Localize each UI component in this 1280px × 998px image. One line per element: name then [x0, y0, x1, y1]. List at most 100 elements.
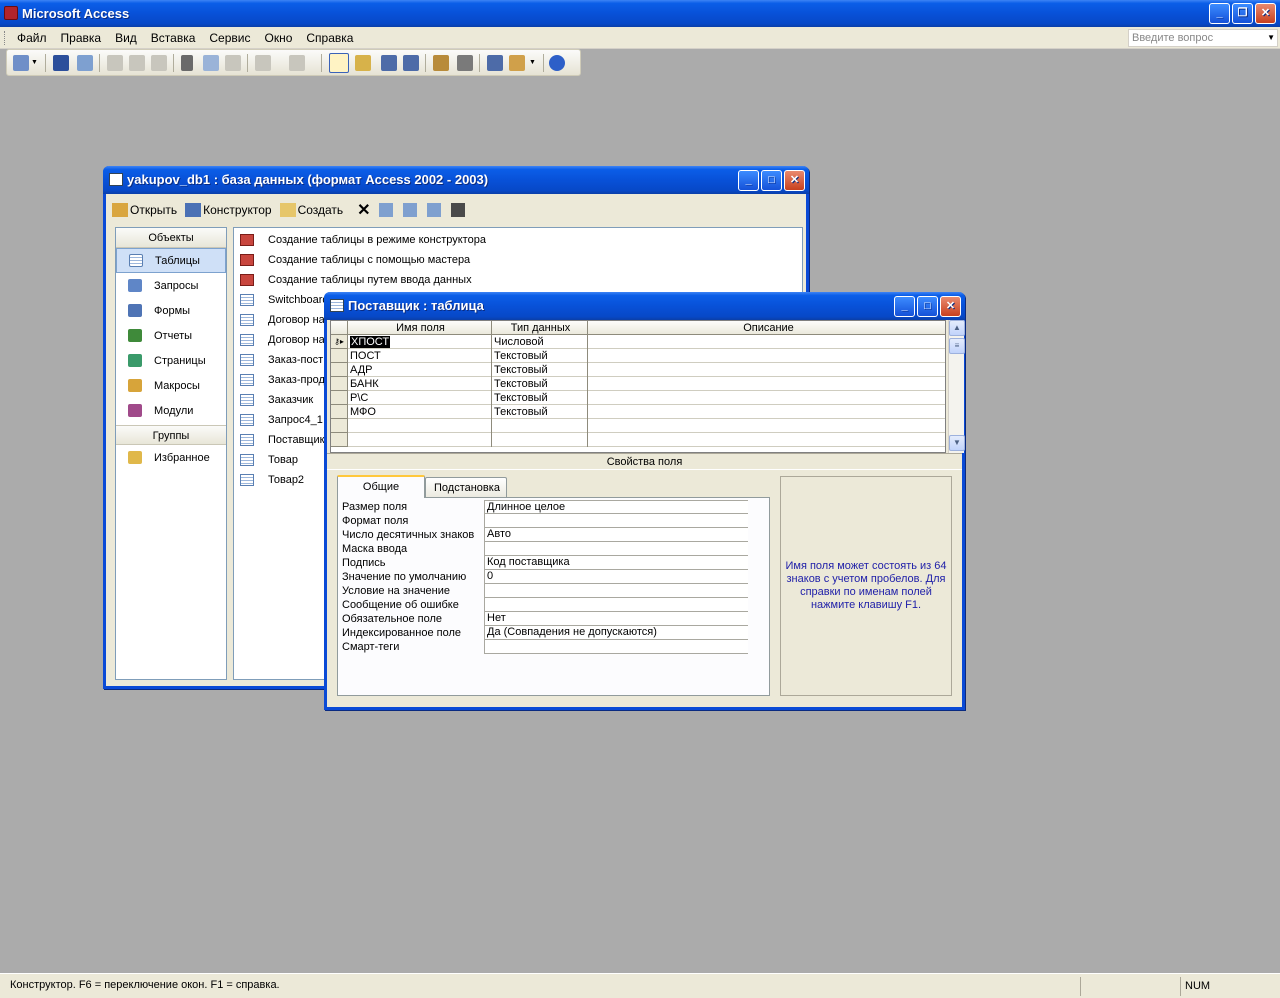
description-cell[interactable]: [588, 363, 945, 377]
delete-icon[interactable]: ✕: [357, 200, 370, 220]
description-cell[interactable]: [588, 335, 945, 349]
data-type-cell[interactable]: [492, 419, 588, 433]
large-icons-icon[interactable]: [378, 203, 395, 217]
details-view-icon[interactable]: [450, 203, 467, 217]
build-icon[interactable]: [457, 55, 473, 71]
chevron-down-icon[interactable]: ▼: [31, 55, 39, 71]
cut-icon[interactable]: [181, 55, 193, 71]
menubar-grip[interactable]: [4, 31, 7, 45]
description-cell[interactable]: [588, 405, 945, 419]
indexes-icon[interactable]: [355, 55, 371, 71]
app-minimize-button[interactable]: _: [1209, 3, 1230, 24]
help-icon[interactable]: [549, 55, 565, 71]
tab-lookup[interactable]: Подстановка: [425, 477, 507, 497]
table-window-title-bar[interactable]: Поставщик : таблица _ □ ✕: [324, 292, 965, 320]
chevron-down-icon[interactable]: ▼: [1267, 30, 1275, 46]
redo-icon[interactable]: [289, 55, 305, 71]
paste-icon[interactable]: [225, 55, 241, 71]
app-title-bar[interactable]: Microsoft Access _ ❐ ✕: [0, 0, 1280, 27]
copy-icon[interactable]: [203, 55, 219, 71]
scroll-thumb[interactable]: ≡: [949, 338, 965, 354]
db-close-button[interactable]: ✕: [784, 170, 805, 191]
field-name-cell[interactable]: [348, 419, 492, 433]
data-type-cell[interactable]: Числовой: [492, 335, 588, 349]
primary-key-icon[interactable]: [329, 53, 349, 73]
table-row-empty[interactable]: [331, 433, 945, 447]
new-object-icon[interactable]: [509, 55, 525, 71]
description-cell[interactable]: [588, 419, 945, 433]
menu-file[interactable]: Файл: [10, 27, 54, 49]
sidebar-item-macros[interactable]: Макросы: [116, 373, 226, 398]
sidebar-item-reports[interactable]: Отчеты: [116, 323, 226, 348]
sidebar-item-queries[interactable]: Запросы: [116, 273, 226, 298]
menu-view[interactable]: Вид: [108, 27, 144, 49]
menu-help[interactable]: Справка: [299, 27, 360, 49]
column-header-description[interactable]: Описание: [588, 321, 945, 335]
row-selector[interactable]: [331, 363, 348, 377]
prop-value[interactable]: [484, 598, 748, 612]
field-name-cell[interactable]: Р\С: [348, 391, 492, 405]
database-window-title-bar[interactable]: yakupov_db1 : база данных (формат Access…: [103, 166, 809, 194]
data-type-cell[interactable]: [492, 433, 588, 447]
list-item-create-wizard[interactable]: Создание таблицы с помощью мастера: [234, 250, 802, 270]
field-name-cell[interactable]: [348, 433, 492, 447]
list-item-create-data-entry[interactable]: Создание таблицы путем ввода данных: [234, 270, 802, 290]
table-icon[interactable]: [330, 299, 344, 312]
prop-value[interactable]: Код поставщика: [484, 556, 748, 570]
prop-value[interactable]: [484, 514, 748, 528]
prop-value[interactable]: [484, 640, 748, 654]
description-cell[interactable]: [588, 377, 945, 391]
chevron-down-icon[interactable]: ▼: [529, 55, 537, 71]
table-maximize-button[interactable]: □: [917, 296, 938, 317]
row-selector[interactable]: [331, 349, 348, 363]
row-selector[interactable]: [331, 419, 348, 433]
app-close-button[interactable]: ✕: [1255, 3, 1276, 24]
field-name-cell[interactable]: ХПОСТ: [350, 336, 391, 348]
data-type-cell[interactable]: Текстовый: [492, 363, 588, 377]
list-view-icon[interactable]: [426, 203, 443, 217]
data-type-cell[interactable]: Текстовый: [492, 391, 588, 405]
db-minimize-button[interactable]: _: [738, 170, 759, 191]
prop-value[interactable]: [484, 542, 748, 556]
search-icon[interactable]: [77, 55, 93, 71]
small-icons-icon[interactable]: [402, 203, 419, 217]
groups-header[interactable]: Группы: [116, 425, 226, 445]
sidebar-item-forms[interactable]: Формы: [116, 298, 226, 323]
create-button[interactable]: Создать: [279, 203, 343, 217]
prop-value[interactable]: Длинное целое: [484, 500, 748, 514]
field-name-cell[interactable]: МФО: [348, 405, 492, 419]
table-row[interactable]: БАНК Текстовый: [331, 377, 945, 391]
field-name-cell[interactable]: БАНК: [348, 377, 492, 391]
prop-value[interactable]: Да (Совпадения не допускаются): [484, 626, 748, 640]
row-selector[interactable]: [331, 433, 348, 447]
row-selector[interactable]: [331, 405, 348, 419]
table-row[interactable]: Р\С Текстовый: [331, 391, 945, 405]
delete-rows-icon[interactable]: [403, 55, 419, 71]
row-selector[interactable]: [331, 391, 348, 405]
properties-icon[interactable]: [433, 55, 449, 71]
field-grid-scrollbar[interactable]: ▲ ≡ ▼: [948, 320, 965, 453]
table-row[interactable]: АДР Текстовый: [331, 363, 945, 377]
description-cell[interactable]: [588, 433, 945, 447]
scroll-up-icon[interactable]: ▲: [949, 320, 965, 336]
database-window-icon[interactable]: [487, 55, 503, 71]
db-maximize-button[interactable]: □: [761, 170, 782, 191]
prop-value[interactable]: [484, 584, 748, 598]
menu-edit[interactable]: Правка: [54, 27, 109, 49]
save-icon[interactable]: [53, 55, 69, 71]
table-row[interactable]: ПОСТ Текстовый: [331, 349, 945, 363]
view-icon[interactable]: [13, 55, 29, 71]
spelling-icon[interactable]: [151, 55, 167, 71]
insert-rows-icon[interactable]: [381, 55, 397, 71]
table-row[interactable]: ⚷▸ ХПОСТ Числовой: [331, 335, 945, 349]
prop-value[interactable]: Авто: [484, 528, 748, 542]
app-restore-button[interactable]: ❐: [1232, 3, 1253, 24]
menu-insert[interactable]: Вставка: [144, 27, 203, 49]
column-header-data-type[interactable]: Тип данных: [492, 321, 588, 335]
undo-icon[interactable]: [255, 55, 271, 71]
access-app-icon[interactable]: [4, 6, 18, 20]
description-cell[interactable]: [588, 349, 945, 363]
prop-value[interactable]: Нет: [484, 612, 748, 626]
data-type-cell[interactable]: Текстовый: [492, 377, 588, 391]
table-row[interactable]: МФО Текстовый: [331, 405, 945, 419]
